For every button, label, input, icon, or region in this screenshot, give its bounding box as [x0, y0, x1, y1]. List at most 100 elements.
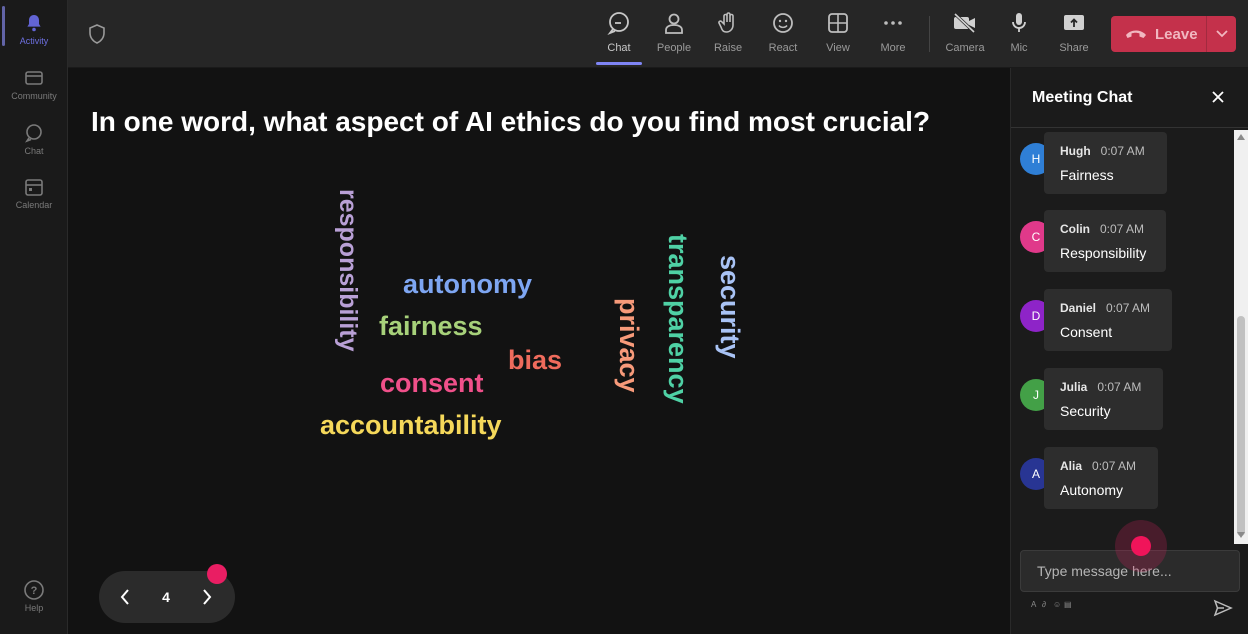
- toolbar-chat-button[interactable]: Chat: [595, 10, 643, 60]
- rail-item-label: Activity: [19, 36, 49, 46]
- presentation-stage: In one word, what aspect of AI ethics do…: [68, 68, 1010, 634]
- share-icon: [1061, 10, 1087, 36]
- rail-item-label: Help: [24, 603, 44, 613]
- camera-off-icon: [952, 10, 978, 36]
- toolbar-mic-button[interactable]: Mic: [995, 10, 1043, 60]
- message-time: 0:07 AM: [1106, 301, 1151, 315]
- message-time: 0:07 AM: [1100, 222, 1145, 236]
- chat-bubble: Daniel 0:07 AM Consent: [1044, 289, 1172, 351]
- sender-name: Hugh: [1060, 144, 1091, 158]
- emoji-icon[interactable]: ☺: [1053, 601, 1061, 609]
- rail-item-chat[interactable]: Chat: [0, 122, 68, 172]
- toolbar-react-button[interactable]: React: [759, 10, 807, 60]
- community-icon: [23, 67, 45, 89]
- meeting-toolbar: Chat People Raise React View More Camera…: [68, 0, 1248, 68]
- sender-name: Alia: [1060, 459, 1083, 473]
- word-transparency: transparency: [663, 234, 693, 404]
- people-icon: [661, 10, 687, 36]
- rail-item-activity[interactable]: Activity: [0, 12, 68, 62]
- toolbar-people-button[interactable]: People: [650, 10, 698, 60]
- toolbar-share-button[interactable]: Share: [1050, 10, 1098, 60]
- chat-bubble: Julia 0:07 AM Security: [1044, 368, 1163, 430]
- toolbar-label: More: [880, 42, 906, 54]
- previous-slide-button[interactable]: [99, 571, 151, 623]
- chat-header: Meeting Chat: [1011, 68, 1248, 128]
- toolbar-label: Camera: [945, 42, 985, 54]
- word-accountability: accountability: [320, 410, 502, 440]
- rail-item-label: Calendar: [15, 200, 53, 210]
- sender-name: Daniel: [1060, 301, 1097, 315]
- attach-icon[interactable]: ∂: [1042, 601, 1048, 609]
- toolbar-label: People: [656, 42, 692, 54]
- app-rail: Activity Community Chat Calendar ? Help: [0, 0, 68, 634]
- sender-name: Julia: [1060, 380, 1088, 394]
- toolbar-label: Chat: [607, 42, 631, 54]
- message-text: Autonomy: [1060, 482, 1124, 498]
- toolbar-view-button[interactable]: View: [814, 10, 862, 60]
- gif-icon[interactable]: ▤: [1064, 601, 1072, 609]
- chevron-down-icon[interactable]: [1207, 30, 1236, 38]
- format-icon[interactable]: A: [1031, 601, 1037, 609]
- calendar-icon: [23, 176, 45, 198]
- react-icon: [770, 10, 796, 36]
- chevron-right-icon: [202, 589, 212, 605]
- toolbar-label: Mic: [1010, 42, 1028, 54]
- leave-main-button[interactable]: Leave: [1111, 16, 1207, 52]
- toolbar-label: Raise: [713, 42, 743, 54]
- toolbar-more-button[interactable]: More: [869, 10, 917, 60]
- toolbar-camera-button[interactable]: Camera: [941, 10, 989, 60]
- shield-icon[interactable]: [88, 24, 106, 44]
- avatar-initial: H: [1031, 152, 1041, 166]
- chat-icon: [606, 10, 632, 36]
- rail-item-community[interactable]: Community: [0, 67, 68, 117]
- avatar-initial: C: [1031, 230, 1041, 244]
- chat-icon: [23, 122, 45, 144]
- rail-item-calendar[interactable]: Calendar: [0, 176, 68, 226]
- chat-bubble: Alia 0:07 AM Autonomy: [1044, 447, 1158, 509]
- chat-bubble: Colin 0:07 AM Responsibility: [1044, 210, 1166, 272]
- chat-title: Meeting Chat: [1032, 89, 1133, 106]
- avatar-initial: J: [1033, 388, 1039, 402]
- rail-item-help[interactable]: ? Help: [0, 579, 68, 629]
- message-time: 0:07 AM: [1092, 459, 1137, 473]
- active-tab-indicator: [596, 62, 642, 65]
- hang-up-icon: [1125, 28, 1147, 40]
- word-bias: bias: [508, 345, 563, 375]
- leave-label: Leave: [1155, 25, 1198, 43]
- format-toolbar: A ∂ ☺ ▤: [1031, 601, 1072, 609]
- scroll-up-arrow[interactable]: [1237, 134, 1245, 140]
- toolbar-label: View: [826, 42, 850, 54]
- word-security: security: [715, 255, 745, 359]
- scroll-down-arrow[interactable]: [1237, 532, 1245, 538]
- click-indicator: [1131, 536, 1151, 556]
- toolbar-raise-button[interactable]: Raise: [704, 10, 752, 60]
- rail-item-label: Chat: [24, 146, 44, 156]
- bell-icon: [23, 12, 45, 34]
- poll-question: In one word, what aspect of AI ethics do…: [91, 106, 931, 137]
- message-text: Responsibility: [1060, 245, 1147, 261]
- page-number: 4: [162, 589, 170, 605]
- mic-icon: [1006, 10, 1032, 36]
- toolbar-divider: [929, 16, 930, 52]
- meeting-chat-panel: Meeting Chat H Hugh 0:07 AM Fairness C Co…: [1010, 68, 1248, 634]
- chat-bubble: Hugh 0:07 AM Fairness: [1044, 132, 1167, 194]
- chat-scrollbar[interactable]: [1234, 130, 1248, 544]
- scroll-thumb[interactable]: [1237, 316, 1245, 536]
- leave-button[interactable]: Leave: [1111, 16, 1236, 52]
- avatar-initial: D: [1031, 309, 1041, 323]
- word-autonomy: autonomy: [403, 269, 533, 299]
- word-responsibility: responsibility: [334, 189, 362, 352]
- sender-name: Colin: [1060, 222, 1090, 236]
- rail-item-label: Community: [11, 91, 57, 101]
- raise-hand-icon: [715, 10, 741, 36]
- message-text: Security: [1060, 403, 1111, 419]
- avatar-initial: A: [1031, 467, 1040, 481]
- message-time: 0:07 AM: [1100, 144, 1145, 158]
- word-consent: consent: [380, 368, 484, 398]
- send-icon[interactable]: [1213, 598, 1233, 618]
- word-privacy: privacy: [614, 298, 644, 393]
- help-icon: ?: [23, 579, 45, 601]
- toolbar-label: React: [768, 42, 798, 54]
- close-icon[interactable]: [1209, 88, 1227, 106]
- view-icon: [825, 10, 851, 36]
